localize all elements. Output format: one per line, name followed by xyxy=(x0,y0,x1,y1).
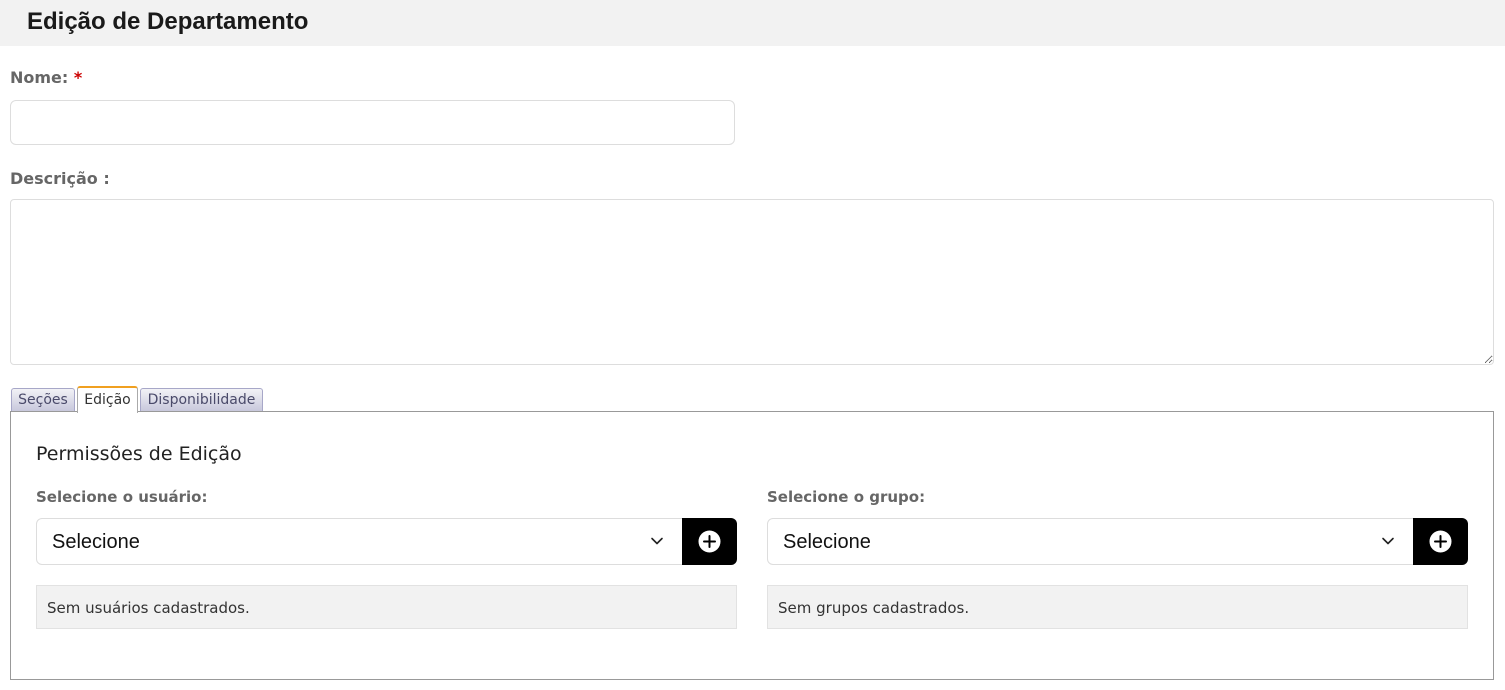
plus-circle-icon xyxy=(1429,530,1452,553)
name-label: Nome: * xyxy=(10,68,82,88)
add-group-button[interactable] xyxy=(1413,518,1468,565)
tab-secoes[interactable]: Seções xyxy=(11,388,75,411)
page-title: Edição de Departamento xyxy=(27,8,309,35)
required-marker: * xyxy=(73,68,83,87)
panel-title: Permissões de Edição xyxy=(36,443,242,465)
group-select-value: Selecione xyxy=(783,531,871,553)
group-select-label: Selecione o grupo: xyxy=(767,488,926,506)
description-label: Descrição : xyxy=(10,169,110,188)
group-empty-message: Sem grupos cadastrados. xyxy=(778,599,970,617)
chevron-down-icon xyxy=(651,537,663,545)
tab-disponibilidade[interactable]: Disponibilidade xyxy=(140,388,263,411)
group-select[interactable]: Selecione xyxy=(767,518,1414,565)
plus-circle-icon xyxy=(698,530,721,553)
user-select[interactable]: Selecione xyxy=(36,518,683,565)
description-textarea[interactable] xyxy=(10,199,1494,365)
add-user-button[interactable] xyxy=(682,518,737,565)
name-label-text: Nome: xyxy=(10,68,69,87)
user-select-value: Selecione xyxy=(52,531,140,553)
user-empty-message: Sem usuários cadastrados. xyxy=(47,599,250,617)
user-select-label: Selecione o usuário: xyxy=(36,488,208,506)
user-list-empty: Sem usuários cadastrados. xyxy=(36,585,737,629)
tab-edicao[interactable]: Edição xyxy=(77,386,138,413)
chevron-down-icon xyxy=(1382,537,1394,545)
group-list-empty: Sem grupos cadastrados. xyxy=(767,585,1468,629)
tab-panel-edicao: Permissões de Edição Selecione o usuário… xyxy=(10,411,1494,680)
name-input[interactable] xyxy=(10,100,735,145)
page-header: Edição de Departamento xyxy=(0,0,1505,46)
